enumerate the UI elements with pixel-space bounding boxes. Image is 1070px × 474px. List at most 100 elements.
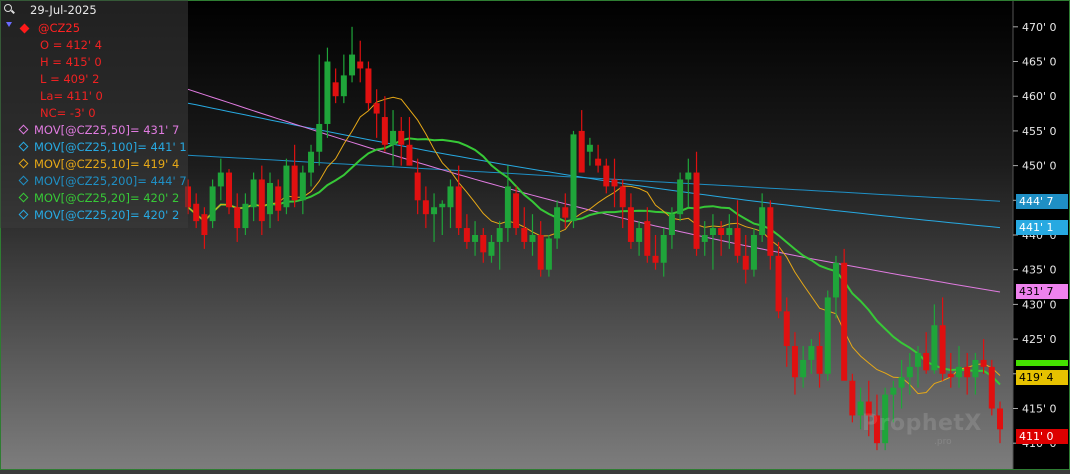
candle-body — [472, 235, 479, 242]
candle-body — [529, 235, 536, 242]
candle-body — [381, 117, 388, 145]
price-tag: 444' 7 — [1016, 194, 1068, 210]
candle-body — [193, 203, 200, 222]
indicator-row[interactable]: MOV[@CZ25,20]= 420' 2 — [18, 191, 179, 205]
diamond-icon — [18, 158, 29, 169]
candle-body — [783, 311, 790, 347]
price-tag: 411' 0 — [1016, 429, 1068, 445]
candle-body — [701, 235, 708, 242]
candle-body — [365, 68, 372, 104]
candle-body — [709, 228, 716, 235]
candle-body — [562, 207, 569, 218]
y-tick-label: 465' 0 — [1022, 56, 1057, 69]
y-tick-label: 435' 0 — [1022, 264, 1057, 277]
candle-body — [390, 130, 397, 145]
candle-body — [422, 200, 429, 215]
candle-body — [824, 297, 831, 374]
candle-body — [603, 165, 610, 187]
indicator-row[interactable]: MOV[@CZ25,10]= 419' 4 — [18, 157, 179, 171]
candle-body — [677, 179, 684, 215]
candle-body — [406, 144, 413, 166]
candle-body — [808, 346, 815, 360]
candle-body — [234, 207, 241, 229]
diamond-icon — [18, 209, 29, 220]
candle-body — [242, 203, 249, 229]
magnifier-icon[interactable] — [4, 4, 12, 12]
candle-body — [504, 186, 511, 229]
last-value: La= 411' 0 — [40, 89, 103, 103]
candle-body — [914, 352, 921, 367]
candle-body — [373, 103, 380, 114]
candle-body — [513, 193, 520, 229]
candle-body — [201, 214, 208, 235]
candle-body — [980, 359, 987, 367]
candle-body — [357, 61, 364, 69]
candle-body — [258, 179, 265, 222]
candle-body — [636, 228, 643, 242]
price-tag: 441' 1 — [1016, 220, 1068, 236]
candle-body — [316, 123, 323, 152]
candle-body — [997, 408, 1003, 430]
candle-body — [586, 144, 593, 152]
candle-body — [775, 255, 782, 312]
bottom-scrollbar[interactable] — [0, 470, 1070, 474]
candle-body — [283, 165, 290, 208]
chart-window: 410' 0415' 0420' 0425' 0430' 0435' 0440'… — [0, 0, 1070, 474]
indicator-label: MOV[@CZ25,200]= 444' 7 — [34, 174, 187, 188]
y-tick-label: 455' 0 — [1022, 125, 1057, 138]
indicator-row[interactable]: MOV[@CZ25,100]= 441' 1 — [18, 140, 187, 154]
candle-body — [455, 186, 462, 229]
candle-body — [299, 172, 306, 201]
candle-body — [767, 207, 774, 256]
candle-body — [939, 325, 946, 374]
candle-body — [685, 172, 692, 180]
candle-body — [791, 346, 798, 378]
net-change-value: NC= -3' 0 — [40, 106, 96, 120]
dropdown-triangle-icon[interactable] — [6, 22, 12, 27]
candle-body — [578, 130, 585, 173]
candle-body — [947, 373, 954, 378]
candle-body — [619, 186, 626, 208]
candle-body — [447, 186, 454, 208]
high-value: H = 415' 0 — [40, 55, 102, 69]
indicator-label: MOV[@CZ25,100]= 441' 1 — [34, 140, 187, 154]
candle-body — [734, 228, 741, 256]
candle-body — [332, 82, 339, 97]
candle-body — [906, 366, 913, 378]
date-label: 29-Jul-2025 — [30, 3, 97, 17]
indicator-row[interactable]: MOV[@CZ25,200]= 444' 7 — [18, 174, 187, 188]
candle-body — [898, 377, 905, 388]
symbol-label: @CZ25 — [38, 21, 81, 35]
candle-body — [291, 165, 298, 201]
indicator-row[interactable]: MOV[@CZ25,50]= 431' 7 — [18, 123, 179, 137]
price-tag: 419' 4 — [1016, 370, 1068, 386]
candle-body — [652, 255, 659, 263]
candle-body — [800, 359, 807, 378]
symbol-diamond-icon — [19, 23, 30, 34]
candle-body — [693, 172, 700, 249]
candle-body — [349, 54, 356, 76]
low-value: L = 409' 2 — [40, 72, 100, 86]
y-tick-label: 450' 0 — [1022, 160, 1057, 173]
candle-body — [308, 151, 315, 173]
candle-body — [250, 179, 257, 208]
candle-body — [431, 207, 438, 215]
y-tick-label: 415' 0 — [1022, 402, 1057, 415]
diamond-icon — [18, 175, 29, 186]
candle-body — [496, 228, 503, 242]
candle-body — [955, 366, 962, 378]
candle-body — [750, 235, 757, 270]
candle-body — [660, 235, 667, 263]
candle-body — [324, 61, 331, 124]
y-tick-label: 430' 0 — [1022, 298, 1057, 311]
candle-body — [726, 228, 733, 235]
indicator-row[interactable]: MOV[@CZ25,20]= 420' 2 — [18, 208, 179, 222]
candle-body — [545, 238, 552, 270]
legend-panel: 29-Jul-2025 @CZ25 O = 412' 4 H = 415' 0 … — [0, 0, 188, 228]
candle-body — [267, 182, 274, 215]
candle-body — [832, 262, 839, 298]
candle-body — [414, 172, 421, 201]
candle-body — [972, 359, 979, 378]
candle-body — [398, 130, 405, 145]
candle-body — [537, 235, 544, 270]
